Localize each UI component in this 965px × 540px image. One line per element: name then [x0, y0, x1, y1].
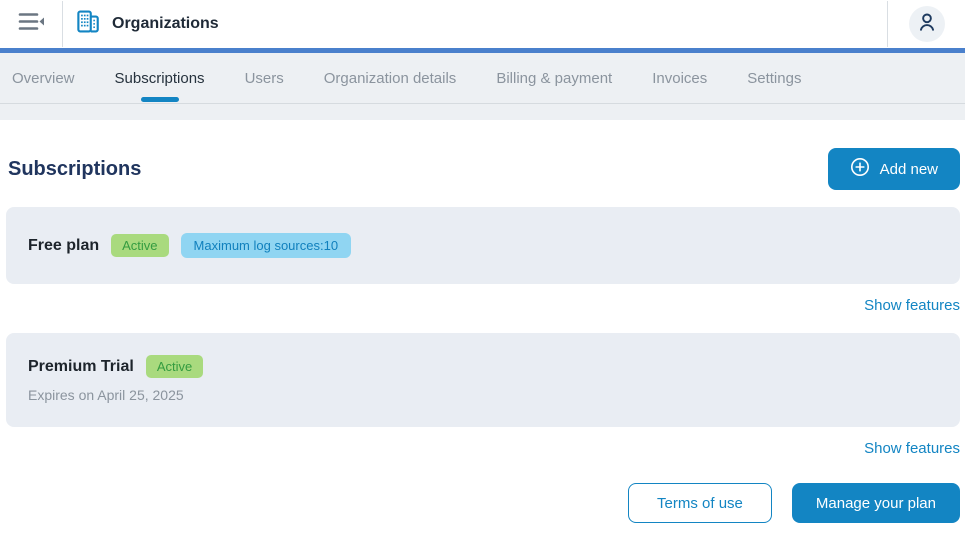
manage-your-plan-button[interactable]: Manage your plan — [792, 483, 960, 523]
plan-expiry-text: Expires on April 25, 2025 — [28, 387, 938, 403]
show-features-link-free-plan[interactable]: Show features — [864, 297, 960, 314]
subscription-card-premium-trial: Premium Trial Active Expires on April 25… — [6, 333, 960, 427]
user-avatar-button[interactable] — [909, 6, 945, 42]
header-divider — [62, 1, 63, 47]
tab-billing-payment[interactable]: Billing & payment — [496, 53, 612, 103]
page-header-title: Organizations — [112, 15, 219, 33]
tab-organization-details[interactable]: Organization details — [324, 53, 457, 103]
tab-settings[interactable]: Settings — [747, 53, 801, 103]
tab-invoices[interactable]: Invoices — [652, 53, 707, 103]
app-header: Organizations — [0, 0, 965, 48]
buildings-icon — [75, 8, 102, 40]
main-content: Subscriptions Add new Free plan Active M… — [0, 148, 965, 523]
page-title: Subscriptions — [8, 158, 141, 181]
plan-name: Free plan — [28, 237, 99, 255]
tab-bar-strip — [0, 104, 965, 120]
tab-bar: Overview Subscriptions Users Organizatio… — [0, 53, 965, 103]
terms-of-use-button[interactable]: Terms of use — [628, 483, 772, 523]
plus-circle-icon — [850, 157, 870, 181]
show-features-link-premium-trial[interactable]: Show features — [864, 440, 960, 457]
add-new-button[interactable]: Add new — [828, 148, 960, 190]
add-new-label: Add new — [880, 161, 938, 178]
status-badge: Active — [111, 234, 168, 257]
collapse-sidebar-icon — [18, 11, 45, 37]
collapse-sidebar-button[interactable] — [0, 0, 62, 48]
plan-name: Premium Trial — [28, 358, 134, 376]
person-icon — [916, 11, 938, 38]
status-badge: Active — [146, 355, 203, 378]
tab-users[interactable]: Users — [245, 53, 284, 103]
tab-overview[interactable]: Overview — [12, 53, 75, 103]
tab-subscriptions[interactable]: Subscriptions — [115, 53, 205, 103]
limit-badge: Maximum log sources:10 — [181, 233, 352, 258]
subscription-card-free-plan: Free plan Active Maximum log sources:10 — [6, 207, 960, 284]
